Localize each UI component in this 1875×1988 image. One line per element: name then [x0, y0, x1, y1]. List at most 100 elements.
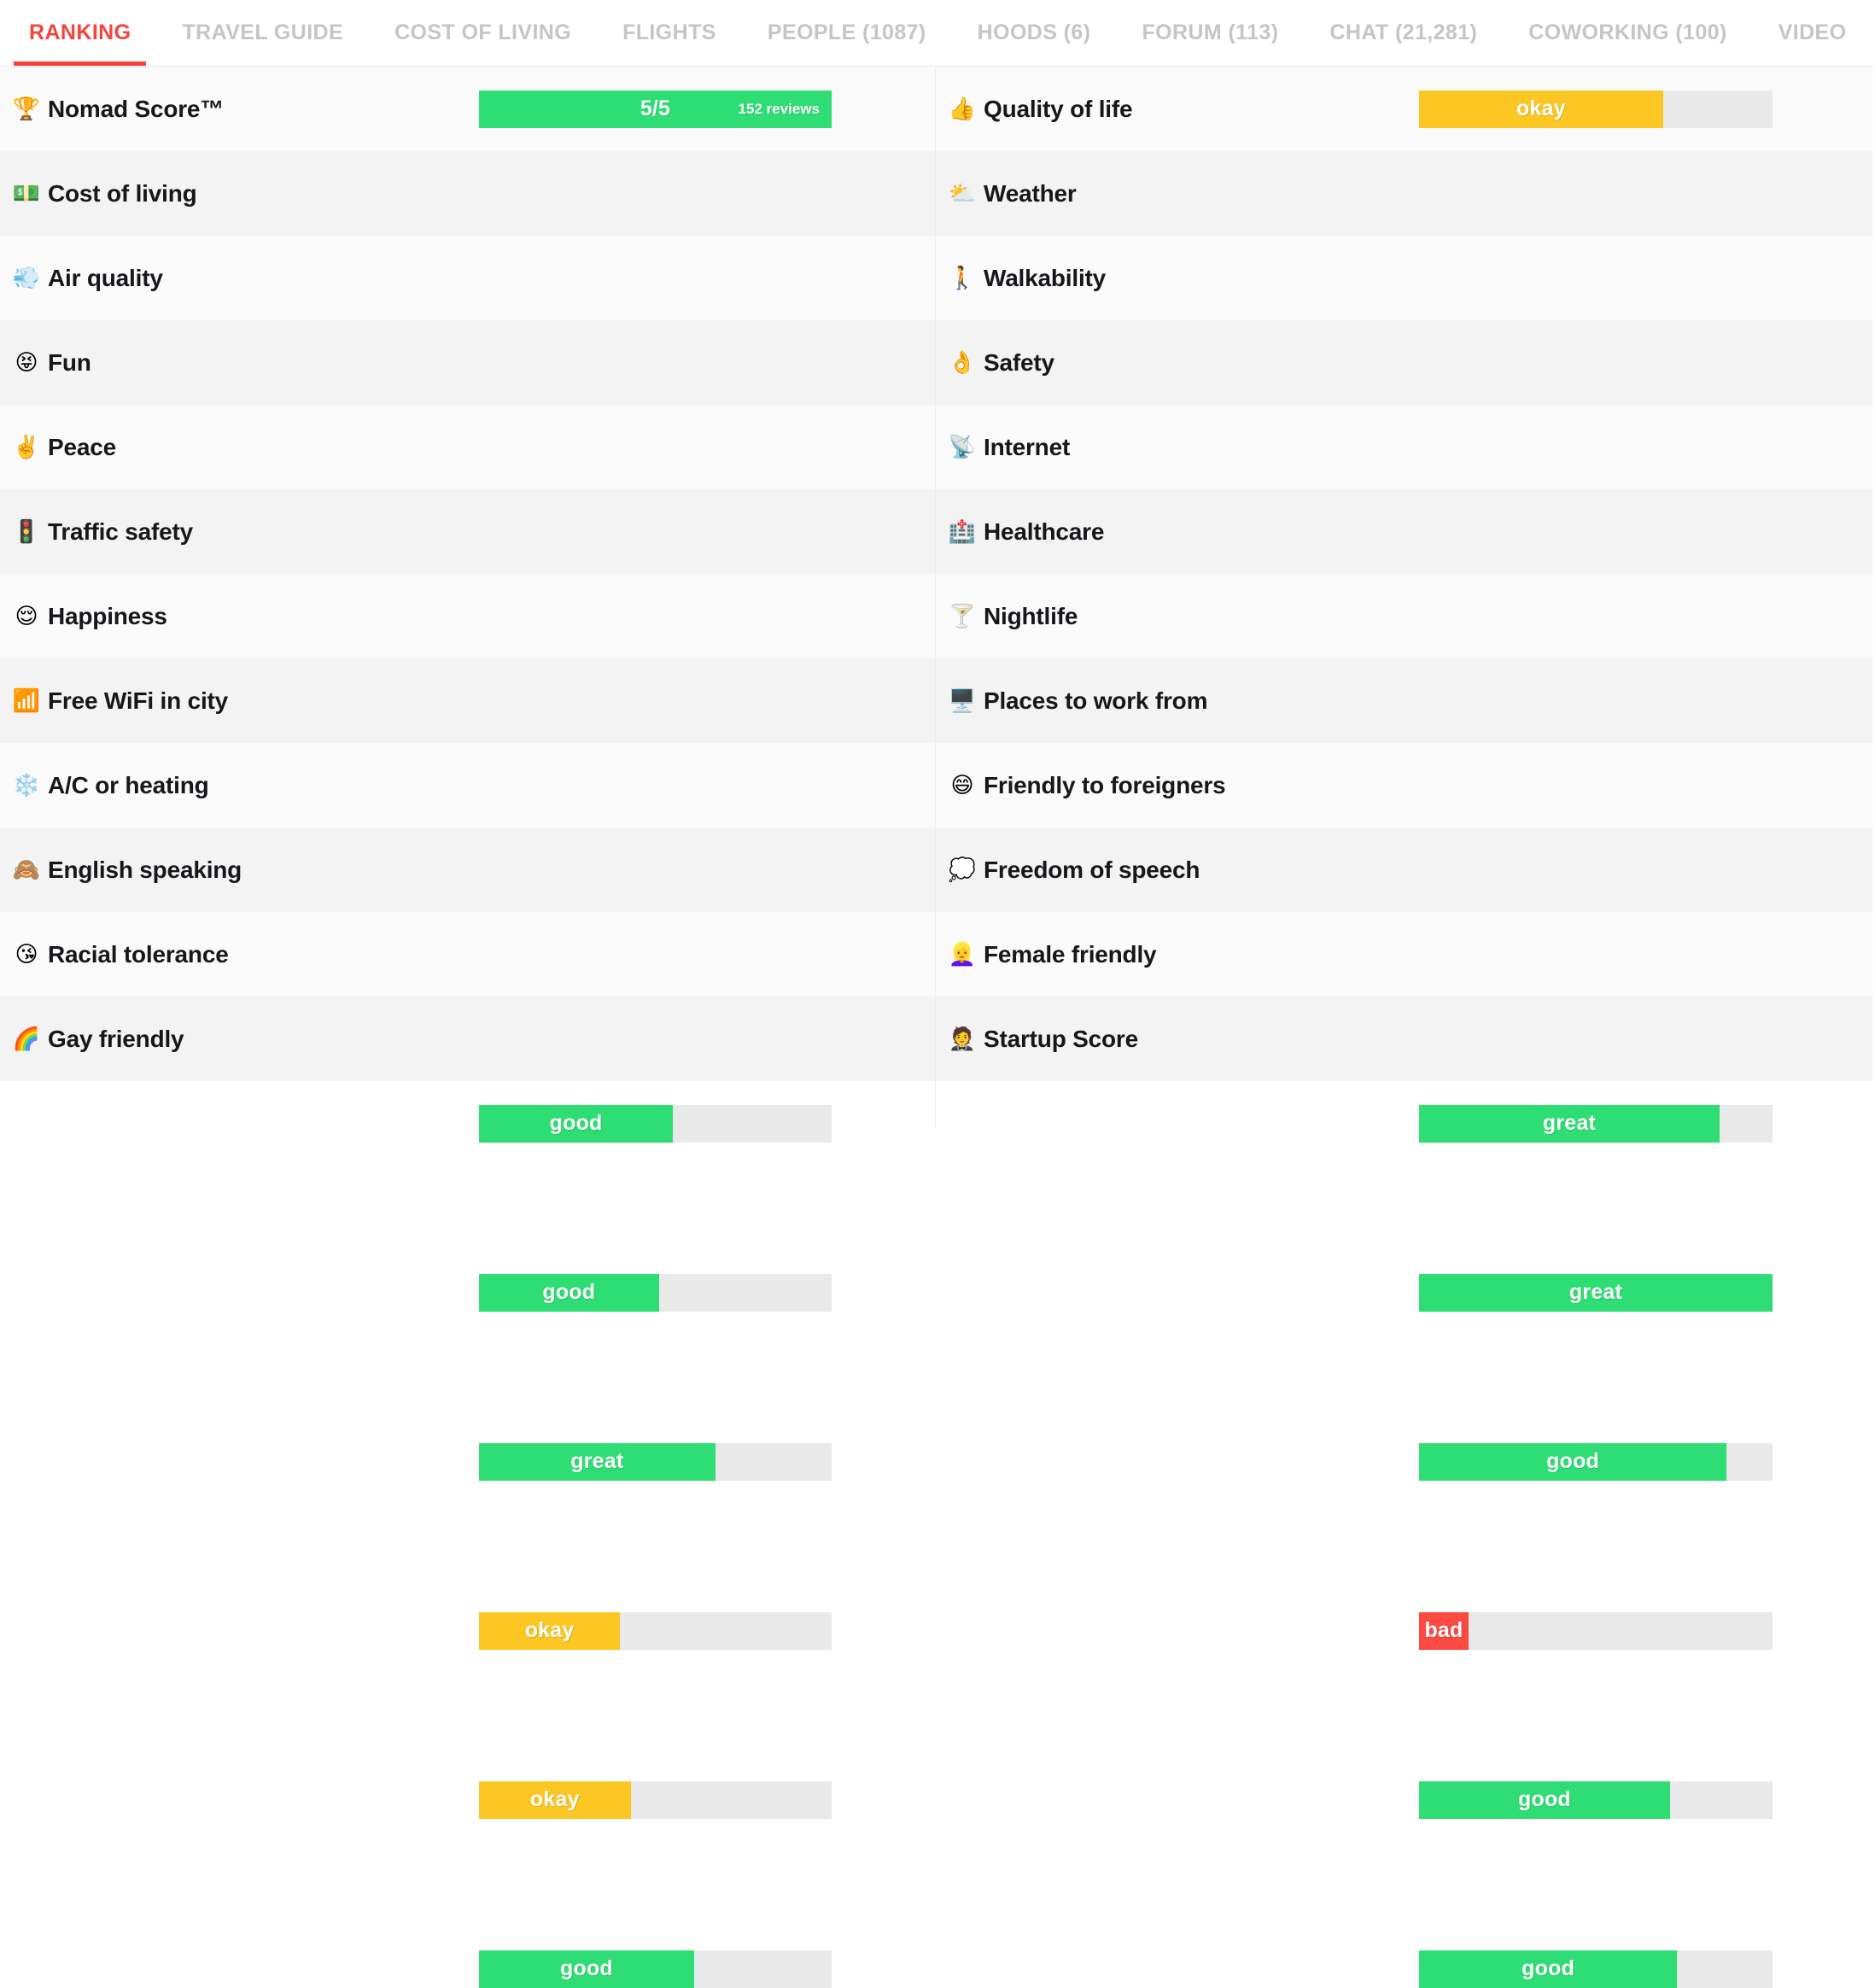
traffic-light-icon: 🚦	[12, 521, 41, 543]
ranking-row-label: Quality of life	[984, 96, 1132, 123]
ranking-row[interactable]: 👱‍♀️Female friendly	[936, 912, 1872, 997]
victory-hand-icon: ✌️	[12, 436, 41, 459]
person-walking-icon: 🚶	[948, 267, 977, 289]
ranking-row[interactable]: 💭Freedom of speech	[936, 827, 1872, 912]
tab-chat[interactable]: CHAT (21,281)	[1304, 0, 1503, 66]
see-no-evil-monkey-icon: 🙈	[12, 859, 41, 881]
tab-vr[interactable]: VR	[1872, 0, 1875, 66]
ranking-row[interactable]: 🏥Healthcare	[936, 489, 1872, 574]
score-bar-value: good	[550, 1111, 603, 1136]
score-bar-value: bad	[1424, 1618, 1463, 1643]
ranking-row-label: Freedom of speech	[984, 857, 1200, 884]
money-banknote-icon: 💵	[12, 183, 41, 205]
score-bar-value: good	[542, 1280, 595, 1305]
ranking-row[interactable]: 😘 Racial tolerance	[0, 912, 935, 997]
ranking-row[interactable]: 📡 Internet	[936, 405, 1872, 489]
tab-hoods[interactable]: HOODS (6)	[952, 0, 1117, 66]
ranking-row[interactable]: 🖥️Places to work from	[936, 658, 1872, 743]
ranking-row-label: Racial tolerance	[48, 941, 229, 968]
snowflake-icon: ❄️	[12, 775, 41, 797]
score-bar-track: great	[479, 1443, 832, 1481]
ranking-row-label: Internet	[984, 434, 1070, 461]
ranking-row-label: Free WiFi in city	[48, 687, 228, 715]
ranking-row[interactable]: 🌈 Gay friendly	[0, 997, 935, 1081]
score-bar-track: good	[479, 1105, 832, 1143]
tab-forum[interactable]: FORUM (113)	[1116, 0, 1304, 66]
score-bar-track: good	[479, 1274, 832, 1312]
ranking-grid: 🏆 Nomad Score™ 5/5152 reviews 💵Cost of livi…	[0, 67, 1875, 1127]
score-bar-fill: good	[1419, 1781, 1670, 1819]
score-bar-fill: 5/5152 reviews	[479, 91, 832, 128]
ranking-row[interactable]: ❄️ A/C or heating	[0, 743, 935, 827]
ranking-row-label: Peace	[48, 434, 116, 461]
tab-people[interactable]: PEOPLE (1087)	[742, 0, 952, 66]
ranking-row-label: Friendly to foreigners	[984, 772, 1225, 799]
dash-wind-icon: 💨	[12, 267, 41, 289]
ranking-row[interactable]: 🙈English speaking	[0, 827, 935, 912]
satellite-antenna-icon: 📡	[948, 436, 977, 459]
ranking-row[interactable]: 🍸Nightlife	[936, 574, 1872, 658]
score-bar-track: 5/5152 reviews	[479, 91, 832, 128]
score-bar-fill: good	[479, 1950, 694, 1988]
ranking-row[interactable]: 🚦 Traffic safety	[0, 489, 935, 574]
score-bar-fill: okay	[479, 1781, 631, 1819]
ranking-row[interactable]: 📶 Free WiFi in city	[0, 658, 935, 743]
ranking-row-label: Startup Score	[984, 1026, 1138, 1053]
tab-coworking[interactable]: COWORKING (100)	[1503, 0, 1752, 66]
score-bar-track: great	[1419, 1274, 1773, 1312]
score-bar-subtext: 152 reviews	[739, 101, 820, 118]
score-bar-value: okay	[530, 1787, 580, 1812]
ranking-row[interactable]: 😝Fun	[0, 320, 935, 405]
ranking-row[interactable]: 💵Cost of living	[0, 151, 935, 236]
score-bar-track: good	[1419, 1443, 1773, 1481]
ranking-row-label: Healthcare	[984, 518, 1104, 546]
ranking-column-right: 👍Quality of lifeokay⛅Weathergood🚶Walkabi…	[936, 67, 1872, 1127]
tab-travel[interactable]: TRAVEL GUIDE	[156, 0, 369, 66]
score-bar-track: good	[1419, 1781, 1773, 1819]
kissing-face-icon: 😘	[12, 944, 41, 966]
ranking-row[interactable]: 😌 Happiness	[0, 574, 935, 658]
trophy-icon: 🏆	[12, 98, 41, 120]
score-bar-value: good	[1518, 1787, 1571, 1812]
ranking-row[interactable]: 💨 Air quality	[0, 236, 935, 320]
relieved-face-icon: 😌	[12, 605, 41, 628]
tab-flights[interactable]: FLIGHTS	[597, 0, 742, 66]
face-squinting-tongue-icon: 😝	[12, 352, 41, 374]
score-bar-track: bad	[1419, 1612, 1773, 1650]
ranking-row[interactable]: 😄Friendly to foreigners	[936, 743, 1872, 827]
tab-ranking[interactable]: RANKING	[3, 0, 156, 66]
tab-video[interactable]: VIDEO	[1753, 0, 1872, 66]
sun-behind-cloud-icon: ⛅	[948, 183, 977, 205]
score-bar-track: great	[1419, 1105, 1773, 1143]
cocktail-glass-icon: 🍸	[948, 605, 977, 628]
ranking-row[interactable]: ✌️ Peace	[0, 405, 935, 489]
ranking-row-label: Walkability	[984, 265, 1106, 292]
score-bar-fill: great	[1419, 1105, 1720, 1143]
score-bar-value: okay	[1516, 96, 1566, 121]
bar-chart-icon: 📶	[12, 690, 41, 712]
score-bar-track: okay	[479, 1781, 832, 1819]
score-bar-fill: bad	[1419, 1612, 1469, 1650]
ranking-row-label: Nomad Score™	[48, 96, 224, 123]
ranking-row[interactable]: 👌 Safety	[936, 320, 1872, 405]
ranking-row-label: Traffic safety	[48, 518, 193, 546]
tab-cost[interactable]: COST OF LIVING	[369, 0, 597, 66]
ranking-row-label: Places to work from	[984, 687, 1207, 715]
ranking-row[interactable]: ⛅Weather	[936, 151, 1872, 236]
ranking-column-left: 🏆 Nomad Score™ 5/5152 reviews 💵Cost of livi…	[0, 67, 936, 1127]
score-bar-track: good	[479, 1950, 832, 1988]
tab-bar[interactable]: RANKINGTRAVEL GUIDECOST OF LIVINGFLIGHTS…	[0, 0, 1875, 67]
score-bar-fill: good	[479, 1105, 673, 1143]
rainbow-icon: 🌈	[12, 1028, 41, 1050]
score-bar-fill: great	[1419, 1274, 1773, 1312]
ranking-row-label: Happiness	[48, 603, 167, 630]
ranking-row-label: Gay friendly	[48, 1026, 184, 1053]
ranking-row[interactable]: 🚶 Walkability	[936, 236, 1872, 320]
thumbs-up-icon: 👍	[948, 98, 977, 120]
score-bar-value: okay	[525, 1618, 575, 1643]
ok-hand-icon: 👌	[948, 352, 977, 374]
ranking-row[interactable]: 🤵Startup Score	[936, 997, 1872, 1081]
ranking-row-label: Safety	[984, 349, 1054, 377]
ranking-row-label: A/C or heating	[48, 772, 209, 799]
ranking-row-label: Air quality	[48, 265, 163, 292]
